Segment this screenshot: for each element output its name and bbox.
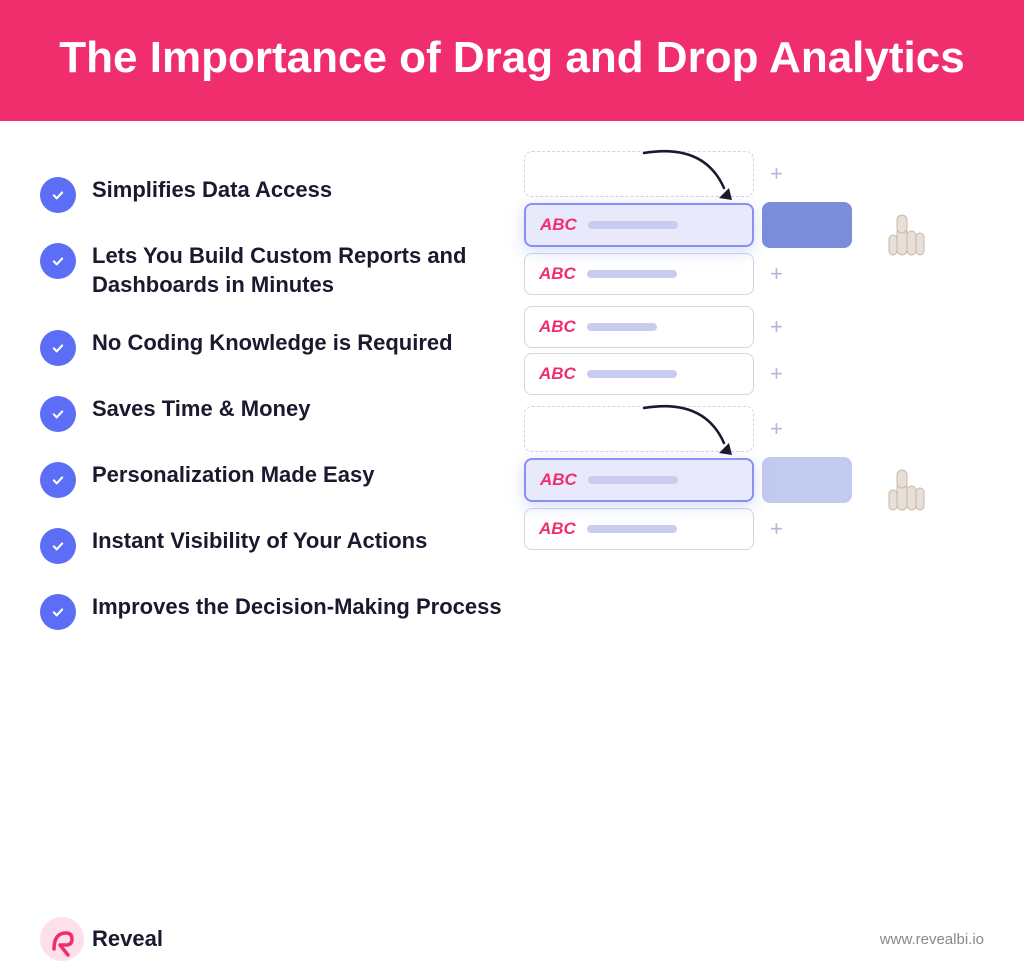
check-text-1: Simplifies Data Access (92, 175, 332, 205)
bar-long (587, 270, 677, 278)
website-url: www.revealbi.io (880, 931, 984, 948)
bar-medium (587, 323, 657, 331)
abc-label: ABC (540, 215, 578, 235)
check-icon-6 (40, 528, 76, 564)
top-drag-group: + ABC (524, 151, 984, 300)
plus-icon-1: + (770, 161, 783, 187)
check-text-7: Improves the Decision-Making Process (92, 592, 502, 622)
normal-row-5: ABC + (524, 353, 984, 395)
check-icon-3 (40, 330, 76, 366)
dragged-card-row-2: ABC (524, 457, 984, 503)
logo-text: Reveal (92, 926, 163, 952)
plus-icon-4: + (770, 314, 783, 340)
normal-card-8: ABC (524, 508, 754, 550)
check-icon-7 (40, 594, 76, 630)
abc-label: ABC (539, 364, 577, 384)
abc-label: ABC (539, 264, 577, 284)
hand-cursor-top (879, 207, 929, 272)
bar-long (588, 221, 678, 229)
check-text-2: Lets You Build Custom Reports and Dashbo… (92, 241, 504, 300)
abc-label: ABC (539, 519, 577, 539)
check-text-5: Personalization Made Easy (92, 460, 374, 490)
list-item: Instant Visibility of Your Actions (40, 512, 504, 578)
list-item: Lets You Build Custom Reports and Dashbo… (40, 227, 504, 314)
plus-icon-8: + (770, 516, 783, 542)
plus-icon-3: + (770, 261, 783, 287)
check-text-3: No Coding Knowledge is Required (92, 328, 453, 358)
bottom-drag-group: + ABC (524, 406, 984, 555)
curved-arrow-bottom (624, 398, 744, 458)
normal-card-5: ABC (524, 353, 754, 395)
list-item: Saves Time & Money (40, 380, 504, 446)
logo-icon (40, 917, 84, 961)
check-icon-2 (40, 243, 76, 279)
drag-drop-illustration: + ABC (524, 151, 984, 644)
bar-long (588, 476, 678, 484)
check-text-4: Saves Time & Money (92, 394, 310, 424)
normal-row-4: ABC + (524, 306, 984, 348)
header-section: The Importance of Drag and Drop Analytic… (0, 0, 1024, 121)
dragged-card-row: ABC (524, 202, 984, 248)
footer: Reveal www.revealbi.io (0, 901, 1024, 977)
list-item: Improves the Decision-Making Process (40, 578, 504, 644)
check-icon-4 (40, 396, 76, 432)
list-item: No Coding Knowledge is Required (40, 314, 504, 380)
abc-label: ABC (540, 470, 578, 490)
hand-cursor-bottom (879, 462, 929, 527)
normal-card-3: ABC (524, 253, 754, 295)
main-content: Simplifies Data Access Lets You Build Cu… (0, 121, 1024, 664)
check-icon-1 (40, 177, 76, 213)
blue-block-bottom (762, 457, 852, 503)
drag-source-row: + (524, 151, 984, 197)
abc-label: ABC (539, 317, 577, 337)
blue-block-top (762, 202, 852, 248)
list-item: Personalization Made Easy (40, 446, 504, 512)
plus-icon-6: + (770, 416, 783, 442)
check-text-6: Instant Visibility of Your Actions (92, 526, 427, 556)
plus-icon-5: + (770, 361, 783, 387)
middle-group: ABC + ABC + (524, 306, 984, 400)
checklist: Simplifies Data Access Lets You Build Cu… (40, 151, 504, 644)
bar-long (587, 525, 677, 533)
bar-long (587, 370, 677, 378)
list-item: Simplifies Data Access (40, 161, 504, 227)
check-icon-5 (40, 462, 76, 498)
normal-card-4: ABC (524, 306, 754, 348)
dragged-card: ABC (524, 203, 754, 247)
drag-source-row-2: + (524, 406, 984, 452)
logo-area: Reveal (40, 917, 163, 961)
curved-arrow-top (624, 143, 744, 203)
page-title: The Importance of Drag and Drop Analytic… (40, 32, 984, 85)
dragged-card-2: ABC (524, 458, 754, 502)
